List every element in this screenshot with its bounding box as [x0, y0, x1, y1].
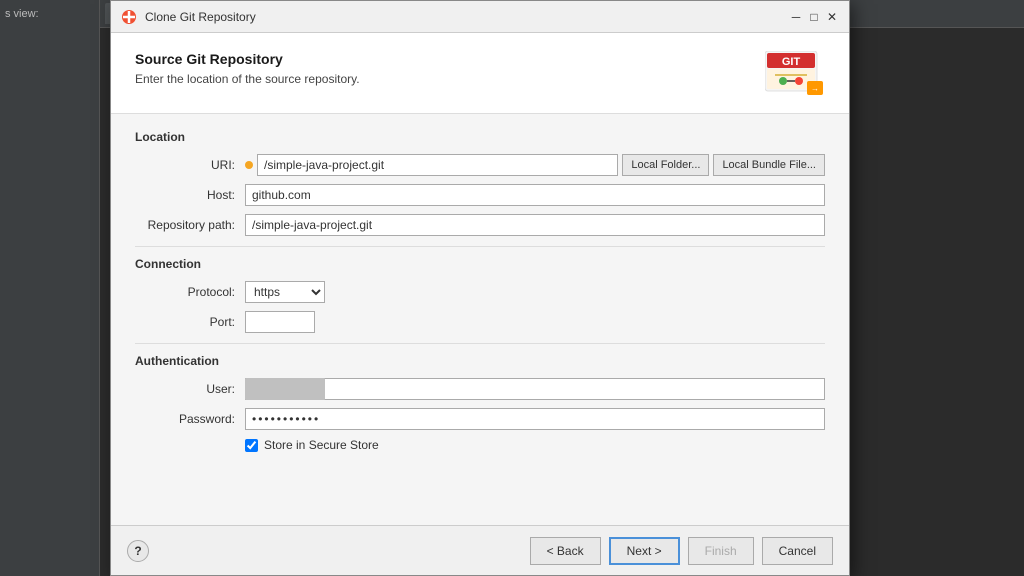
- repo-path-input[interactable]: [245, 214, 825, 236]
- dialog-header-text: Source Git Repository Enter the location…: [135, 51, 360, 86]
- secure-store-label[interactable]: Store in Secure Store: [264, 438, 379, 452]
- git-title-icon: [121, 9, 137, 25]
- finish-button[interactable]: Finish: [688, 537, 754, 565]
- repo-path-form-group: Repository path:: [135, 214, 825, 236]
- ide-left-panel: s view:: [0, 0, 100, 576]
- password-form-group: Password:: [135, 408, 825, 430]
- maximize-button[interactable]: □: [807, 10, 821, 24]
- repo-path-label: Repository path:: [135, 218, 245, 232]
- form-content: Location URI: Local Folder... Local Bund…: [111, 114, 849, 525]
- dialog-subheading: Enter the location of the source reposit…: [135, 72, 360, 86]
- uri-label: URI:: [135, 158, 245, 172]
- user-input-fill-indicator: [245, 378, 325, 400]
- user-label: User:: [135, 382, 245, 396]
- uri-input[interactable]: [257, 154, 618, 176]
- uri-form-group: URI: Local Folder... Local Bundle File..…: [135, 154, 825, 176]
- uri-row: Local Folder... Local Bundle File...: [245, 154, 825, 176]
- next-button[interactable]: Next >: [609, 537, 680, 565]
- back-button[interactable]: < Back: [530, 537, 601, 565]
- footer-buttons: < Back Next > Finish Cancel: [530, 537, 833, 565]
- git-logo: GIT →: [765, 51, 825, 101]
- title-bar-left: Clone Git Repository: [121, 9, 256, 25]
- host-label: Host:: [135, 188, 245, 202]
- user-input-wrapper: [245, 378, 825, 400]
- port-form-group: Port:: [135, 311, 825, 333]
- protocol-form-group: Protocol: https http git ssh: [135, 281, 825, 303]
- local-folder-button[interactable]: Local Folder...: [622, 154, 709, 176]
- local-bundle-button[interactable]: Local Bundle File...: [713, 154, 825, 176]
- title-controls: ─ □ ✕: [789, 10, 839, 24]
- dialog-heading: Source Git Repository: [135, 51, 360, 67]
- uri-marker: [245, 161, 253, 169]
- port-input[interactable]: [245, 311, 315, 333]
- svg-text:→: →: [811, 84, 819, 93]
- port-label: Port:: [135, 315, 245, 329]
- password-input[interactable]: [245, 408, 825, 430]
- svg-text:GIT: GIT: [782, 56, 801, 68]
- dialog-footer: ? < Back Next > Finish Cancel: [111, 525, 849, 575]
- dialog-title: Clone Git Repository: [145, 10, 256, 24]
- ide-left-text: s view:: [0, 0, 99, 28]
- close-button[interactable]: ✕: [825, 10, 839, 24]
- dialog-body: Source Git Repository Enter the location…: [111, 33, 849, 575]
- dialog-header: Source Git Repository Enter the location…: [111, 33, 849, 114]
- user-form-group: User:: [135, 378, 825, 400]
- cancel-button[interactable]: Cancel: [762, 537, 833, 565]
- protocol-label: Protocol:: [135, 285, 245, 299]
- location-section-title: Location: [135, 130, 825, 144]
- host-input[interactable]: [245, 184, 825, 206]
- footer-left: ?: [127, 540, 530, 562]
- password-label: Password:: [135, 412, 245, 426]
- minimize-button[interactable]: ─: [789, 10, 803, 24]
- connection-section-title: Connection: [135, 257, 825, 271]
- help-button[interactable]: ?: [127, 540, 149, 562]
- location-divider: [135, 246, 825, 247]
- connection-divider: [135, 343, 825, 344]
- secure-store-row: Store in Secure Store: [245, 438, 825, 452]
- user-input[interactable]: [245, 378, 825, 400]
- host-form-group: Host:: [135, 184, 825, 206]
- secure-store-checkbox[interactable]: [245, 439, 258, 452]
- clone-git-dialog: Clone Git Repository ─ □ ✕ Source Git Re…: [110, 0, 850, 576]
- title-bar: Clone Git Repository ─ □ ✕: [111, 1, 849, 33]
- protocol-select[interactable]: https http git ssh: [245, 281, 325, 303]
- authentication-section-title: Authentication: [135, 354, 825, 368]
